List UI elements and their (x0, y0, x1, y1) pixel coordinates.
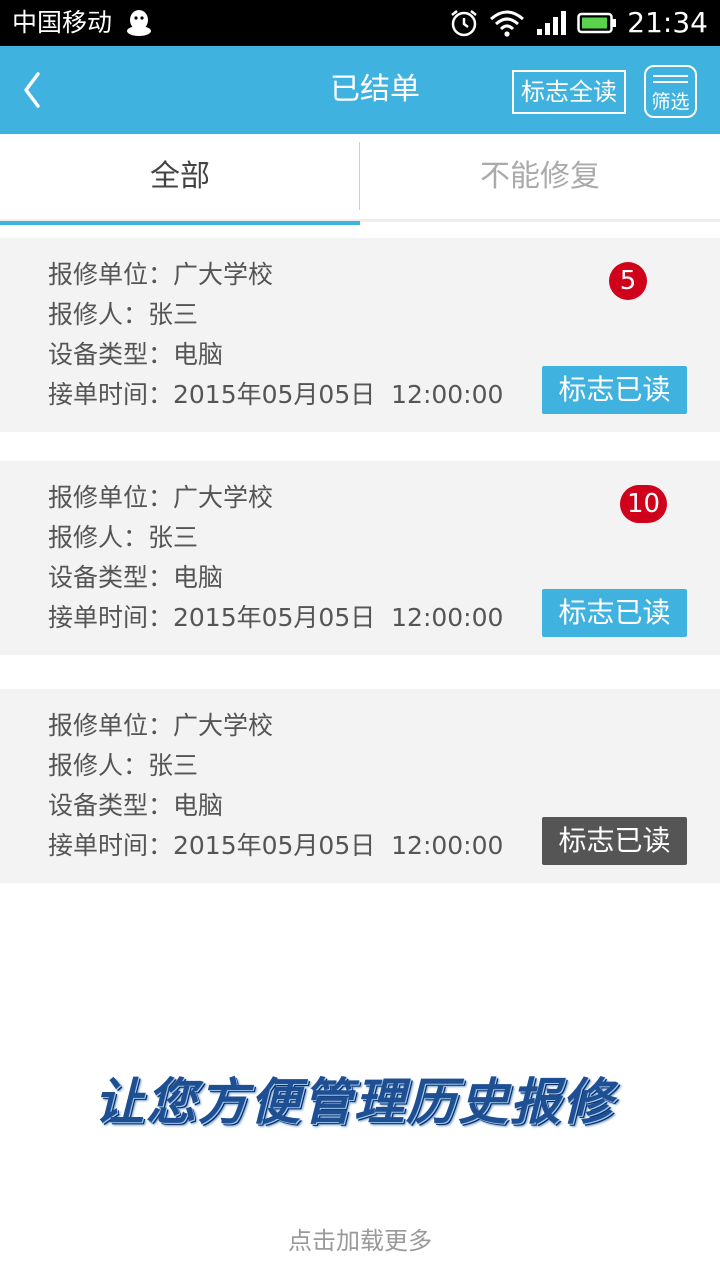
reporter: 报修人：张三 (48, 523, 199, 552)
device-type: 设备类型：电脑 (48, 340, 224, 369)
repair-unit: 报修单位：广大学校 (48, 711, 274, 740)
unread-count-badge: 10 (620, 485, 668, 523)
order-card[interactable]: 报修单位：广大学校 报修人：张三 设备类型：电脑 接单时间：2015年05月05… (0, 238, 720, 432)
filter-icon (653, 75, 688, 87)
promo-slogan: 让您方便管理历史报修 (94, 1073, 614, 1131)
load-more-link[interactable]: 点击加载更多 (0, 1226, 720, 1256)
device-type: 设备类型：电脑 (48, 563, 224, 592)
order-time: 接单时间：2015年05月05日 12:00:00 (48, 831, 504, 860)
reporter: 报修人：张三 (48, 751, 199, 780)
reporter: 报修人：张三 (48, 300, 199, 329)
mark-read-button[interactable]: 标志已读 (542, 366, 687, 414)
order-time: 接单时间：2015年05月05日 12:00:00 (48, 380, 504, 409)
qq-icon (127, 10, 151, 36)
order-card[interactable]: 报修单位：广大学校 报修人：张三 设备类型：电脑 接单时间：2015年05月05… (0, 461, 720, 655)
wifi-icon (490, 10, 525, 37)
unread-count-badge: 5 (609, 262, 647, 300)
tab-all[interactable]: 全部 (0, 134, 360, 225)
filter-button[interactable]: 筛选 (644, 65, 697, 118)
tab-unrepairable[interactable]: 不能修复 (360, 134, 720, 222)
tab-bar: 全部 不能修复 (0, 134, 720, 225)
mark-read-button[interactable]: 标志已读 (542, 589, 687, 637)
order-card[interactable]: 报修单位：广大学校 报修人：张三 设备类型：电脑 接单时间：2015年05月05… (0, 689, 720, 883)
carrier-name: 中国移动 (12, 8, 113, 37)
mark-all-read-button[interactable]: 标志全读 (512, 70, 626, 114)
repair-unit: 报修单位：广大学校 (48, 260, 274, 289)
order-time: 接单时间：2015年05月05日 12:00:00 (48, 603, 504, 632)
repair-unit: 报修单位：广大学校 (48, 483, 274, 512)
signal-icon (537, 11, 567, 35)
alarm-icon (451, 10, 478, 37)
filter-label: 筛选 (651, 91, 690, 113)
clock: 21:34 (627, 6, 708, 39)
device-type: 设备类型：电脑 (48, 791, 224, 820)
battery-icon (577, 12, 617, 34)
app-header: 已结单 标志全读 筛选 (0, 46, 720, 134)
mark-read-button[interactable]: 标志已读 (542, 817, 687, 865)
status-bar: 中国移动 21:34 (0, 0, 720, 46)
